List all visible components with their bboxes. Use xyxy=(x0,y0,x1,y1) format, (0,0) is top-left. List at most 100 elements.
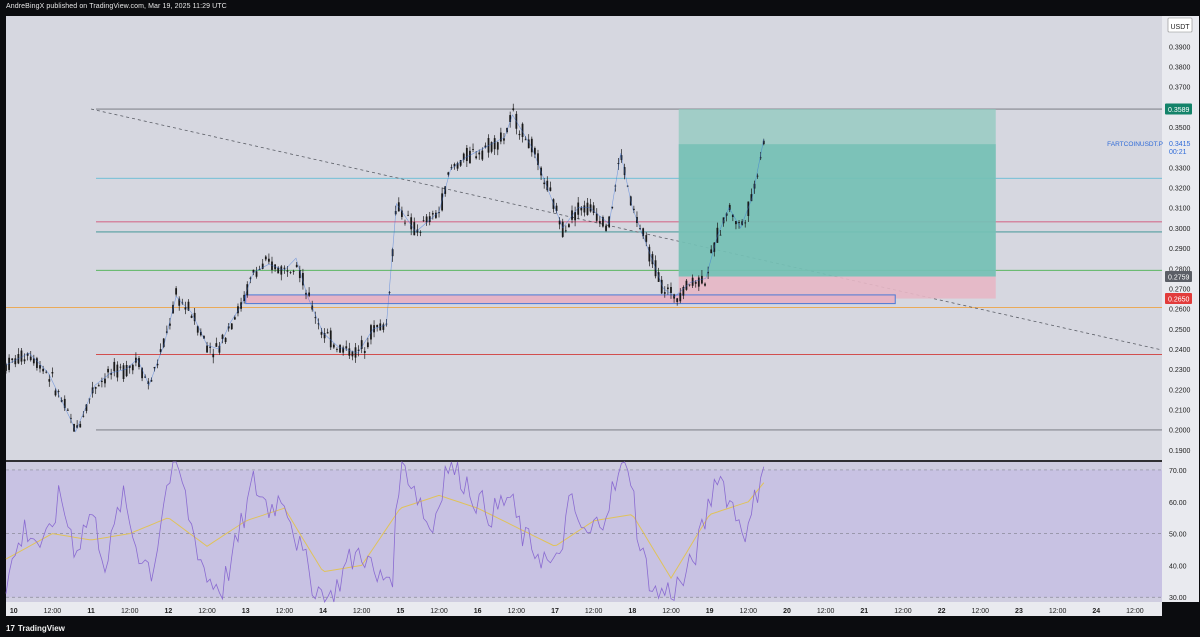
last-price-label: 0.3415 xyxy=(1169,141,1191,148)
candle-body xyxy=(564,230,567,232)
time-tick-label: 12:00 xyxy=(508,608,526,615)
price-tick-label: 0.1900 xyxy=(1169,448,1191,455)
time-tick-label: 12:00 xyxy=(1126,608,1144,615)
long-position-filled-zone xyxy=(678,144,996,277)
candle-body xyxy=(348,348,351,356)
candle-body xyxy=(233,317,236,320)
candle-body xyxy=(23,359,26,362)
time-tick-label: 24 xyxy=(1092,608,1100,615)
time-tick-label: 17 xyxy=(551,608,559,615)
candle-body xyxy=(663,292,666,294)
price-tick-label: 0.2400 xyxy=(1169,347,1191,354)
price-tick-label: 0.3200 xyxy=(1169,186,1191,193)
candle-body xyxy=(286,270,289,272)
time-tick-label: 12:00 xyxy=(740,608,758,615)
candle-body xyxy=(29,356,32,361)
candle-body xyxy=(666,287,669,290)
time-tick-label: 12:00 xyxy=(121,608,139,615)
time-tick-label: 10 xyxy=(10,608,18,615)
candle-body xyxy=(314,317,317,319)
candle-body xyxy=(447,172,450,175)
price-tick-label: 0.2200 xyxy=(1169,387,1191,394)
candle-body xyxy=(472,149,474,150)
tradingview-brand[interactable]: 17 TradingView xyxy=(6,624,65,633)
time-tick-label: 12:00 xyxy=(662,608,680,615)
candle-body xyxy=(190,315,193,318)
candle-body xyxy=(206,345,208,353)
time-tick-label: 12:00 xyxy=(585,608,603,615)
time-tick-label: 21 xyxy=(860,608,868,615)
currency-label: USDT xyxy=(1170,24,1190,31)
chart-canvas[interactable]: USDT0.39000.38000.37000.36000.35000.3300… xyxy=(0,0,1200,637)
candle-body xyxy=(465,147,468,162)
time-tick-label: 12:00 xyxy=(353,608,371,615)
candle-body xyxy=(320,332,323,335)
candle-body xyxy=(45,371,48,373)
time-tick-label: 12:00 xyxy=(276,608,294,615)
candle-body xyxy=(329,330,332,348)
candle-body xyxy=(676,298,679,303)
candle-body xyxy=(583,205,586,213)
candle-body xyxy=(57,390,60,392)
time-tick-label: 12:00 xyxy=(1049,608,1067,615)
candle-body xyxy=(332,344,335,348)
candle-body xyxy=(339,345,341,353)
candle-body xyxy=(561,221,564,237)
time-tick-label: 23 xyxy=(1015,608,1023,615)
candle-body xyxy=(107,368,109,373)
entry-price-badge-text: 0.2759 xyxy=(1168,275,1190,282)
price-tick-label: 0.2500 xyxy=(1169,327,1191,334)
candle-body xyxy=(475,156,478,159)
candle-body xyxy=(283,267,286,269)
candle-body xyxy=(20,350,23,362)
candle-body xyxy=(586,202,589,215)
candle-body xyxy=(184,307,187,310)
candle-body xyxy=(308,292,311,296)
candle-body xyxy=(131,364,134,371)
time-tick-label: 19 xyxy=(706,608,714,615)
candle-body xyxy=(97,385,100,387)
candle-body xyxy=(679,293,682,302)
candle-body xyxy=(512,108,515,111)
time-tick-label: 13 xyxy=(242,608,250,615)
time-tick-label: 14 xyxy=(319,608,327,615)
candle-body xyxy=(518,133,521,136)
candle-body xyxy=(694,281,697,284)
candle-body xyxy=(574,212,577,221)
price-tick-label: 0.3900 xyxy=(1169,44,1191,51)
candle-body xyxy=(42,368,45,372)
candle-body xyxy=(215,343,218,347)
rsi-tick-label: 50.00 xyxy=(1169,532,1187,539)
candle-body xyxy=(295,264,298,268)
brand-name: TradingView xyxy=(17,624,65,633)
candle-body xyxy=(119,366,122,368)
time-tick-label: 20 xyxy=(783,608,791,615)
stop-price-badge-text: 0.2650 xyxy=(1168,297,1190,304)
candle-body xyxy=(277,267,280,274)
candle-body xyxy=(255,271,258,277)
candle-body xyxy=(407,214,409,216)
candle-body xyxy=(697,277,700,287)
candle-body xyxy=(113,361,116,372)
candle-body xyxy=(289,272,292,273)
demand-zone-box xyxy=(245,294,896,305)
candle-body xyxy=(209,346,212,348)
candle-body xyxy=(336,349,338,350)
price-tick-label: 0.3000 xyxy=(1169,226,1191,233)
time-tick-label: 16 xyxy=(474,608,482,615)
candle-body xyxy=(82,415,85,417)
candle-body xyxy=(404,222,406,224)
time-tick-label: 12:00 xyxy=(894,608,912,615)
rsi-tick-label: 30.00 xyxy=(1169,595,1187,602)
candle-body xyxy=(79,423,82,428)
price-tick-label: 0.3100 xyxy=(1169,206,1191,213)
candle-body xyxy=(481,150,484,160)
candle-body xyxy=(744,222,747,224)
candle-body xyxy=(363,350,366,353)
candle-body xyxy=(175,288,178,295)
candle-body xyxy=(94,387,97,389)
candle-body xyxy=(11,358,14,361)
chart-stage[interactable]: AndreBingX published on TradingView.com,… xyxy=(0,0,1200,637)
candle-body xyxy=(595,213,598,221)
candle-body xyxy=(230,323,233,330)
